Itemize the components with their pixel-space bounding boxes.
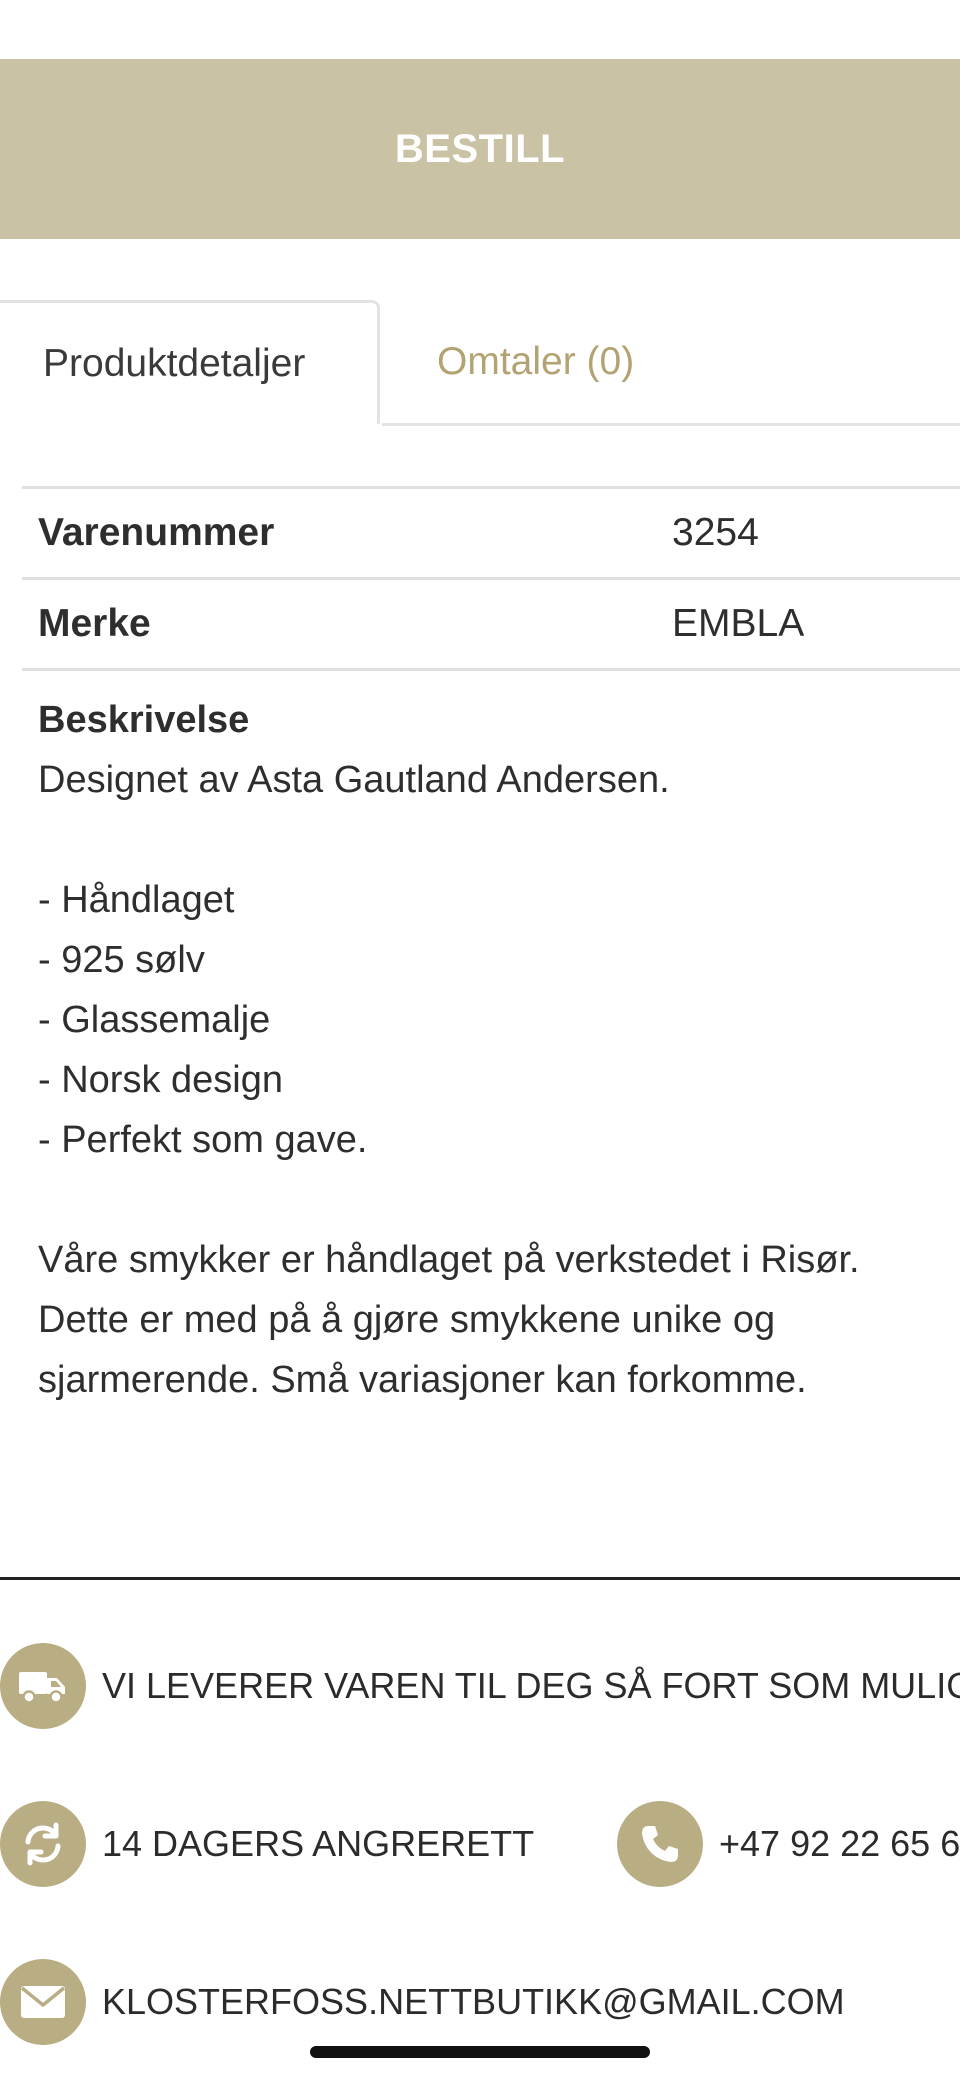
description-bullet: - Perfekt som gave. (38, 1119, 368, 1161)
description-bullet: - Håndlaget (38, 879, 235, 921)
delivery-info: VI LEVERER VAREN TIL DEG SÅ FORT SOM MUL… (0, 1641, 960, 1731)
tab-reviews[interactable]: Omtaler (0) (437, 300, 634, 424)
returns-text: 14 DAGERS ANGRERETT (102, 1823, 535, 1864)
tab-product-details-label: Produktdetaljer (43, 341, 306, 385)
tab-reviews-label: Omtaler (0) (437, 340, 635, 383)
product-page: BESTILL Produktdetaljer Omtaler (0) Vare… (0, 0, 960, 2078)
table-row-item-number: Varenummer 3254 (22, 486, 960, 577)
description-bullet: - Glassemalje (38, 999, 271, 1041)
email-info[interactable]: KLOSTERFOSS.NETTBUTIKK@GMAIL.COM (0, 1957, 845, 2047)
envelope-icon (0, 1959, 86, 2045)
phone-info[interactable]: +47 92 22 65 6 (617, 1799, 960, 1889)
table-row-brand: Merke EMBLA (22, 577, 960, 671)
order-button[interactable]: BESTILL (0, 59, 960, 239)
product-details-table: Varenummer 3254 Merke EMBLA (22, 486, 960, 671)
description-intro: Designet av Asta Gautland Andersen. (38, 759, 670, 801)
brand-value: EMBLA (672, 602, 805, 645)
description-bullet: - Norsk design (38, 1059, 283, 1101)
home-indicator[interactable] (310, 2046, 650, 2058)
tab-product-details[interactable]: Produktdetaljer (0, 300, 380, 424)
email-text[interactable]: KLOSTERFOSS.NETTBUTIKK@GMAIL.COM (102, 1981, 845, 2023)
description-paragraph-line: sjarmerende. Små variasjoner kan forkomm… (38, 1359, 807, 1401)
returns-info: 14 DAGERS ANGRERETT (0, 1799, 534, 1889)
item-number-value: 3254 (672, 511, 759, 554)
brand-label: Merke (38, 602, 151, 645)
refresh-icon (0, 1801, 86, 1887)
delivery-text: VI LEVERER VAREN TIL DEG SÅ FORT SOM MUL… (102, 1665, 960, 1706)
phone-icon (617, 1801, 703, 1887)
footer-divider (0, 1577, 960, 1580)
description-paragraph-line: Dette er med på å gjøre smykkene unike o… (38, 1299, 776, 1341)
description-bullet: - 925 sølv (38, 939, 205, 981)
product-description: Beskrivelse Designet av Asta Gautland An… (38, 690, 938, 1410)
truck-icon (0, 1643, 86, 1729)
product-tabs: Produktdetaljer Omtaler (0) (0, 300, 960, 426)
description-heading: Beskrivelse (38, 699, 250, 741)
description-paragraph-line: Våre smykker er håndlaget på verkstedet … (38, 1239, 860, 1281)
item-number-label: Varenummer (38, 511, 275, 554)
phone-text[interactable]: +47 92 22 65 6 (719, 1823, 960, 1865)
